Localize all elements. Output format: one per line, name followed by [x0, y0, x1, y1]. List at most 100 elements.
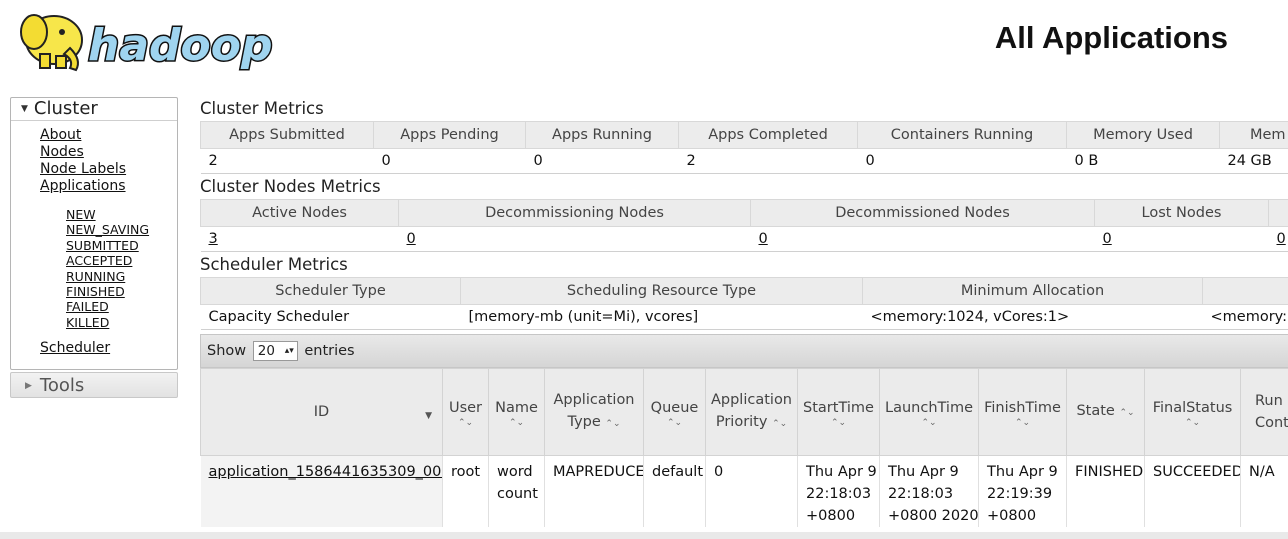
app-state-links: NEW NEW_SAVING SUBMITTED ACCEPTED RUNNIN… [40, 195, 177, 340]
page-title: All Applications [994, 20, 1228, 55]
sort-icon: ⌃⌄ [666, 417, 683, 428]
col-scheduling-resource-type: Scheduling Resource Type [460, 277, 863, 305]
state-link-failed[interactable]: FAILED [66, 299, 177, 314]
col-queue-label: Queue [650, 399, 699, 416]
col-final-status[interactable]: FinalStatus ⌃⌄ [1144, 368, 1241, 456]
show-label: Show [207, 343, 247, 359]
col-user-label: User [448, 399, 483, 416]
col-minimum-allocation: Minimum Allocation [862, 277, 1203, 305]
col-application-priority[interactable]: Application Priority ⌃⌄ [705, 368, 798, 456]
maximum-allocation-value: <memory:8 [1202, 304, 1288, 330]
sort-desc-icon: ▼ [425, 411, 432, 421]
lost-nodes-link[interactable]: 0 [1103, 231, 1112, 247]
cell-priority: 0 [705, 455, 798, 527]
col-state[interactable]: State ⌃⌄ [1066, 368, 1145, 456]
nav-link-scheduler[interactable]: Scheduler [40, 340, 177, 357]
apps-completed-value: 2 [678, 148, 858, 174]
sort-icon: ⌃⌄ [1184, 417, 1201, 428]
launch-line-3: +0800 2020 [888, 508, 979, 524]
col-launch-time[interactable]: LaunchTime ⌃⌄ [879, 368, 979, 456]
cell-name: word count [488, 455, 545, 527]
sort-icon: ⌃⌄ [921, 417, 937, 428]
active-nodes-link[interactable]: 3 [209, 231, 218, 247]
col-finish-time[interactable]: FinishTime ⌃⌄ [978, 368, 1067, 456]
entries-length-bar: Show 20 ▴▾ entries [200, 334, 1288, 368]
nav-link-node-labels[interactable]: Node Labels [40, 161, 177, 178]
applications-header-row: ID ▼ User ⌃⌄ Name ⌃⌄ Application Type ⌃⌄ Que… [200, 368, 1288, 456]
finish-line-3: +0800 [987, 508, 1037, 524]
col-decommissioned-nodes: Decommissioned Nodes [750, 199, 1095, 227]
cluster-panel: ▼ Cluster About Nodes Node Labels Applica… [10, 97, 178, 371]
decommissioned-nodes-link[interactable]: 0 [759, 231, 768, 247]
state-link-submitted[interactable]: SUBMITTED [66, 238, 177, 253]
col-running-containers[interactable]: Run Cont [1240, 368, 1288, 456]
state-link-new-saving[interactable]: NEW_SAVING [66, 222, 177, 237]
unhealthy-nodes-link[interactable]: 0 [1277, 231, 1286, 247]
state-link-new[interactable]: NEW [66, 207, 177, 222]
col-apps-pending: Apps Pending [373, 121, 526, 149]
scheduler-metrics-title: Scheduler Metrics [200, 255, 348, 274]
cell-running-containers: N/A [1240, 455, 1288, 527]
col-user[interactable]: User ⌃⌄ [442, 368, 489, 456]
nav-link-about[interactable]: About [40, 127, 177, 144]
launch-line-1: Thu Apr 9 [888, 464, 959, 480]
col-apps-submitted: Apps Submitted [200, 121, 374, 149]
col-unhealthy-nodes [1268, 199, 1288, 227]
decommissioning-nodes-value: 0 [398, 226, 751, 252]
application-id-link[interactable]: application_1586441635309_0002 [209, 464, 442, 480]
state-link-accepted[interactable]: ACCEPTED [66, 253, 177, 268]
memory-total-value: 24 GB [1219, 148, 1288, 174]
apps-pending-value: 0 [373, 148, 526, 174]
col-application-type-label-1: Application [553, 392, 635, 408]
decommissioned-nodes-value: 0 [750, 226, 1095, 252]
cluster-panel-header[interactable]: ▼ Cluster [11, 98, 177, 121]
hadoop-logo[interactable]: hadoop [10, 2, 310, 74]
decommissioning-nodes-link[interactable]: 0 [407, 231, 416, 247]
nodes-metrics-table: Active Nodes Decommissioning Nodes Decom… [200, 199, 1288, 252]
start-line-3: +0800 [806, 508, 856, 524]
tools-panel-header[interactable]: ▶ Tools [10, 372, 178, 399]
col-decommissioning-nodes: Decommissioning Nodes [398, 199, 751, 227]
finish-line-2: 22:19:39 [987, 486, 1053, 502]
header: hadoop All Applications [0, 0, 1288, 80]
col-active-nodes: Active Nodes [200, 199, 399, 227]
cell-state: FINISHED [1066, 455, 1145, 527]
col-running-label-1: Run [1255, 393, 1283, 409]
col-application-type[interactable]: Application Type ⌃⌄ [544, 368, 644, 456]
cluster-metrics-title: Cluster Metrics [200, 99, 324, 118]
col-containers-running: Containers Running [857, 121, 1067, 149]
cell-start-time: Thu Apr 9 22:18:03 +0800 [797, 455, 880, 527]
horizontal-scrollbar[interactable] [0, 532, 1288, 539]
nav-link-applications[interactable]: Applications [40, 178, 177, 195]
col-lost-nodes: Lost Nodes [1094, 199, 1269, 227]
col-finish-time-label: FinishTime [984, 399, 1061, 416]
nav-link-nodes[interactable]: Nodes [40, 144, 177, 161]
col-running-label-2: Cont [1255, 415, 1288, 431]
memory-used-value: 0 B [1066, 148, 1220, 174]
col-id[interactable]: ID ▼ [200, 368, 443, 456]
tools-label: Tools [39, 375, 85, 397]
minimum-allocation-value: <memory:1024, vCores:1> [862, 304, 1203, 330]
col-name[interactable]: Name ⌃⌄ [488, 368, 545, 456]
main-content: Cluster Metrics Apps Submitted Apps Pend… [200, 96, 1288, 527]
state-link-running[interactable]: RUNNING [66, 269, 177, 284]
col-final-status-label: FinalStatus [1152, 399, 1233, 416]
sort-icon: ⌃⌄ [830, 417, 847, 428]
col-priority-label-2: Priority [715, 414, 768, 430]
sort-icon: ⌃⌄ [457, 417, 474, 428]
applications-table-wrapper: Show 20 ▴▾ entries ID ▼ User ⌃⌄ Name ⌃⌄ Appl… [200, 334, 1288, 527]
state-link-killed[interactable]: KILLED [66, 315, 177, 330]
col-application-type-label-2: Type [567, 414, 601, 430]
cell-type: MAPREDUCE [544, 455, 644, 527]
entries-select[interactable]: 20 ▴▾ [252, 341, 298, 361]
cluster-label: Cluster [33, 98, 98, 119]
state-link-finished[interactable]: FINISHED [66, 284, 177, 299]
col-apps-running: Apps Running [525, 121, 679, 149]
col-name-label: Name [495, 399, 538, 416]
col-scheduler-type: Scheduler Type [200, 277, 461, 305]
sort-icon: ⌃⌄ [508, 417, 525, 428]
sort-icon: ⌃⌄ [1119, 408, 1135, 418]
col-queue[interactable]: Queue ⌃⌄ [643, 368, 706, 456]
col-start-time[interactable]: StartTime ⌃⌄ [797, 368, 880, 456]
lost-nodes-value: 0 [1094, 226, 1269, 252]
